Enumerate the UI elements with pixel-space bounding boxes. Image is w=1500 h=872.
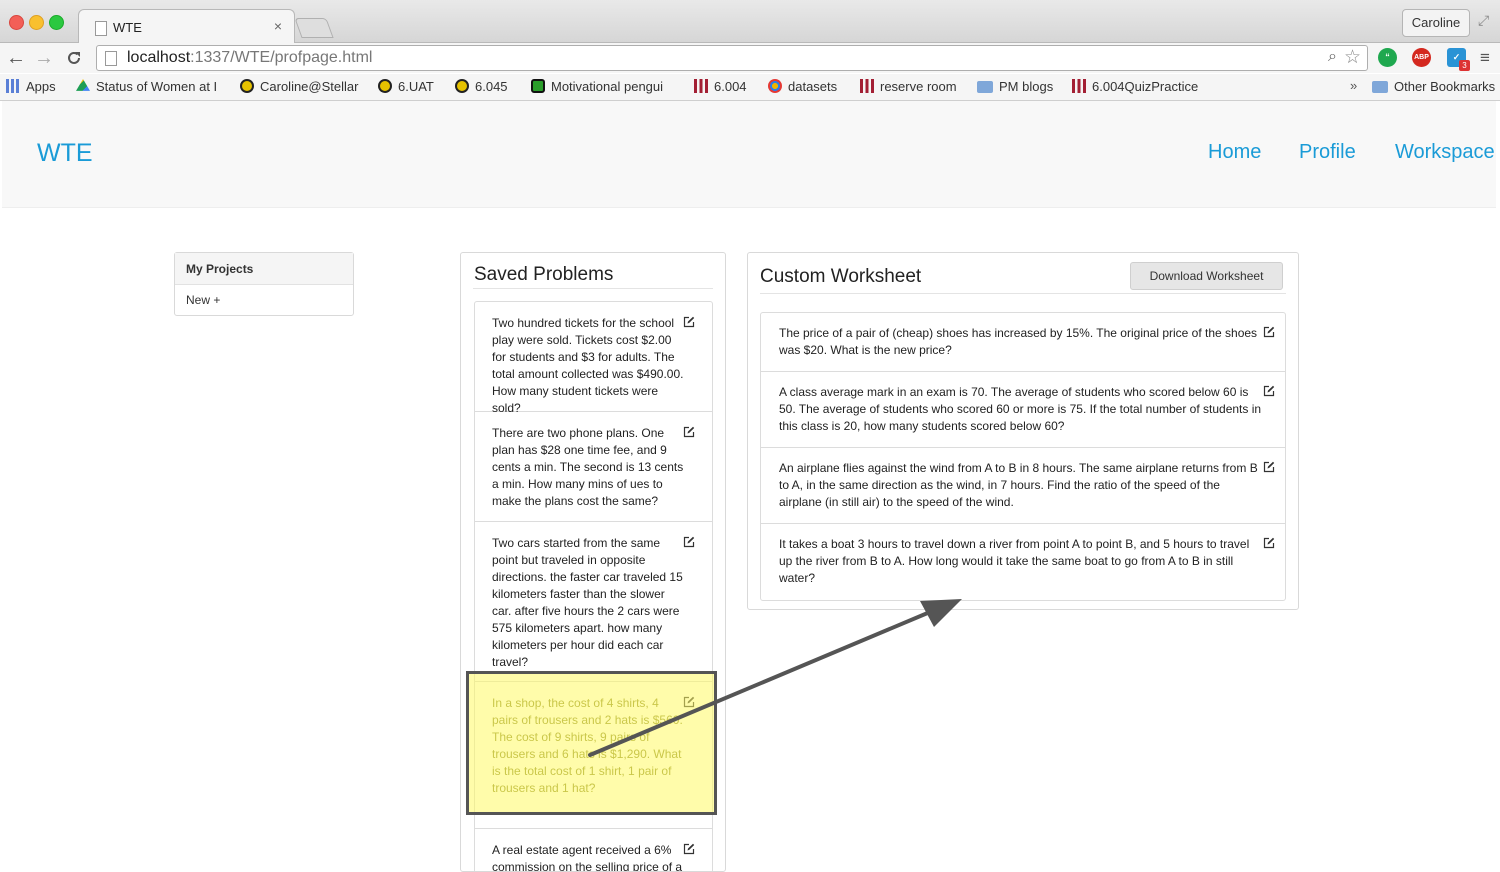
problem-text: A real estate agent received a 6% commis… [492, 843, 683, 872]
worksheet-problem-item[interactable]: An airplane flies against the wind from … [761, 448, 1285, 524]
fullscreen-icon[interactable]: ⤢ [1478, 12, 1489, 29]
edit-icon[interactable] [683, 696, 695, 708]
browser-titlebar: WTE × Caroline ⤢ [0, 0, 1500, 43]
stellar-icon [240, 79, 254, 93]
problem-text: It takes a boat 3 hours to travel down a… [779, 537, 1250, 585]
problem-text: An airplane flies against the wind from … [779, 461, 1258, 509]
bookmark-6-045[interactable]: 6.045 [455, 79, 508, 94]
nav-profile[interactable]: Profile [1299, 141, 1356, 164]
mit-logo-icon [1072, 79, 1086, 93]
custom-worksheet-title: Custom Worksheet [760, 266, 922, 287]
worksheet-problem-item[interactable]: The price of a pair of (cheap) shoes has… [761, 313, 1285, 372]
mit-logo-icon [694, 79, 708, 93]
saved-problems-panel: Saved Problems Two hundred tickets for t… [460, 252, 726, 872]
google-drive-icon [76, 79, 90, 91]
green-square-icon [531, 79, 545, 93]
tab-title: WTE [113, 20, 142, 35]
folder-icon [1372, 81, 1388, 93]
extension-badge: 3 [1459, 60, 1470, 71]
page-icon [95, 21, 107, 36]
problem-text: The price of a pair of (cheap) shoes has… [779, 326, 1258, 357]
saved-problem-item[interactable]: Two cars started from the same point but… [475, 522, 712, 682]
page-icon [105, 51, 117, 66]
mit-logo-icon [860, 79, 874, 93]
bookmark-reserve-room[interactable]: reserve room [860, 79, 957, 94]
bookmark-6-004-quiz-practice[interactable]: 6.004QuizPractice [1072, 79, 1198, 94]
bookmark-star-icon[interactable]: ☆ [1344, 46, 1361, 69]
problem-text: A class average mark in an exam is 70. T… [779, 385, 1262, 433]
problem-text: Two hundred tickets for the school play … [492, 316, 684, 415]
saved-problem-item-dragged[interactable]: In a shop, the cost of 4 shirts, 4 pairs… [475, 682, 712, 829]
bookmark-status-of-women[interactable]: Status of Women at I [76, 79, 217, 94]
problem-text: In a shop, the cost of 4 shirts, 4 pairs… [492, 696, 683, 795]
edit-icon[interactable] [683, 316, 695, 328]
nav-workspace[interactable]: Workspace [1395, 141, 1495, 164]
download-worksheet-button[interactable]: Download Worksheet [1130, 262, 1283, 290]
close-window-button[interactable] [9, 15, 24, 30]
bookmark-6-uat[interactable]: 6.UAT [378, 79, 434, 94]
custom-worksheet-panel: Custom Worksheet Download Worksheet The … [747, 252, 1299, 610]
bookmark-datasets[interactable]: datasets [768, 79, 837, 94]
edit-icon[interactable] [1263, 326, 1275, 338]
saved-problem-item[interactable]: Two hundred tickets for the school play … [475, 302, 712, 415]
back-arrow-icon[interactable]: ← [6, 46, 26, 70]
bookmark-6-004[interactable]: 6.004 [694, 79, 747, 94]
brand-logo[interactable]: WTE [37, 139, 93, 168]
saved-problems-title: Saved Problems [474, 264, 614, 285]
other-bookmarks[interactable]: Other Bookmarks [1372, 79, 1495, 94]
stellar-icon [455, 79, 469, 93]
apps-grid-icon [6, 79, 20, 93]
address-bar[interactable]: localhost:1337/WTE/profpage.html ⌕ ☆ [96, 45, 1368, 71]
bookmark-stellar[interactable]: Caroline@Stellar [240, 79, 358, 94]
zoom-icon[interactable]: ⌕ [1328, 48, 1337, 66]
reload-icon[interactable] [66, 46, 82, 72]
edit-icon[interactable] [1263, 385, 1275, 397]
url-text[interactable]: localhost:1337/WTE/profpage.html [127, 49, 372, 67]
divider [473, 288, 713, 289]
my-projects-heading: My Projects [175, 253, 353, 285]
divider [760, 293, 1286, 294]
menu-icon[interactable]: ≡ [1480, 48, 1490, 68]
worksheet-problem-item[interactable]: It takes a boat 3 hours to travel down a… [761, 524, 1285, 600]
bookmark-pm-blogs[interactable]: PM blogs [977, 79, 1053, 94]
pinwheel-icon [768, 79, 782, 93]
saved-problems-list: Two hundred tickets for the school play … [474, 301, 713, 872]
bookmark-motivational-penguin[interactable]: Motivational pengui [531, 79, 663, 94]
hangouts-extension-icon[interactable]: “ [1378, 48, 1397, 67]
minimize-window-button[interactable] [29, 15, 44, 30]
new-tab-button[interactable] [294, 18, 334, 38]
bookmark-apps[interactable]: Apps [6, 79, 56, 94]
problem-text: There are two phone plans. One plan has … [492, 426, 684, 508]
worksheet-problem-item[interactable]: A class average mark in an exam is 70. T… [761, 372, 1285, 448]
zoom-window-button[interactable] [49, 15, 64, 30]
browser-toolbar: ← → localhost:1337/WTE/profpage.html ⌕ ☆… [0, 43, 1500, 73]
new-project-link[interactable]: New + [175, 285, 353, 307]
edit-icon[interactable] [1263, 461, 1275, 473]
nav-home[interactable]: Home [1208, 141, 1261, 164]
adblock-extension-icon[interactable]: ABP [1412, 48, 1431, 67]
tab-close-icon[interactable]: × [274, 18, 282, 34]
my-projects-panel: My Projects New + [174, 252, 354, 316]
forward-arrow-icon[interactable]: → [34, 46, 54, 70]
saved-problem-item[interactable]: A real estate agent received a 6% commis… [475, 829, 712, 872]
profile-button[interactable]: Caroline [1402, 9, 1470, 37]
worksheet-problems-list[interactable]: The price of a pair of (cheap) shoes has… [760, 312, 1286, 601]
browser-tab[interactable]: WTE × [78, 9, 295, 43]
saved-problem-item[interactable]: There are two phone plans. One plan has … [475, 412, 712, 522]
problem-text: Two cars started from the same point but… [492, 536, 683, 669]
more-bookmarks-icon[interactable]: » [1350, 78, 1357, 93]
edit-icon[interactable] [683, 536, 695, 548]
edit-icon[interactable] [683, 426, 695, 438]
edit-icon[interactable] [1263, 537, 1275, 549]
stellar-icon [378, 79, 392, 93]
bookmarks-bar: Apps Status of Women at I Caroline@Stell… [0, 74, 1500, 101]
site-header: WTE Home Profile Workspace [2, 101, 1496, 208]
edit-icon[interactable] [683, 843, 695, 855]
folder-icon [977, 81, 993, 93]
